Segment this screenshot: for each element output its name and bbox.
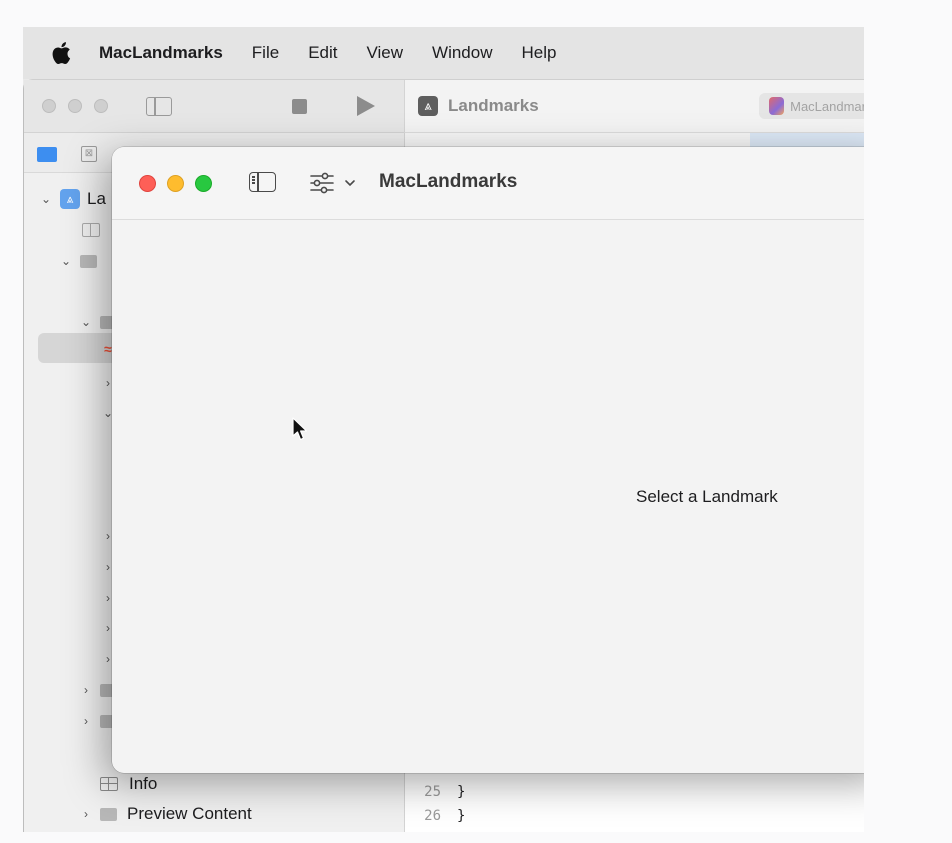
minimize-button[interactable] (167, 175, 184, 192)
close-button[interactable] (139, 175, 156, 192)
tree-row-label: Info (129, 774, 158, 793)
desktop: MacLandmarks File Edit View Window Help … (23, 27, 864, 832)
xcode-project-title: Landmarks (448, 96, 539, 115)
zoom-button[interactable] (195, 175, 212, 192)
project-icon: ⩓ (60, 189, 80, 209)
menu-help[interactable]: Help (522, 43, 557, 63)
tree-row-folder[interactable]: ⌄ (60, 250, 107, 272)
project-icon: ⩓ (418, 96, 438, 116)
code-text: } (457, 784, 466, 800)
source-control-icon[interactable]: ⊠ (81, 146, 97, 162)
chevron-right-icon[interactable]: › (80, 807, 92, 821)
book-icon (82, 223, 100, 237)
scheme-label: MacLandmarks (790, 98, 864, 114)
chevron-down-icon[interactable]: ⌄ (80, 315, 92, 329)
line-number: 25 (424, 784, 441, 800)
scheme-selector[interactable]: MacLandmarks (759, 93, 864, 119)
tree-row-project[interactable]: ⌄ ⩓ La (40, 188, 106, 210)
stop-icon[interactable] (292, 99, 307, 114)
maclandmarks-window: MacLandmarks Select a Landmark (112, 147, 864, 773)
folder-icon (80, 254, 97, 268)
tree-row-label: Preview Content (127, 804, 252, 823)
chevron-down-icon[interactable]: ⌄ (40, 192, 52, 206)
empty-selection-placeholder: Select a Landmark (636, 487, 778, 506)
sidebar-toggle-icon[interactable] (249, 172, 276, 192)
chevron-down-icon[interactable]: ⌄ (60, 254, 72, 268)
xcode-toolbar (24, 80, 404, 133)
menu-app-name[interactable]: MacLandmarks (99, 43, 223, 63)
run-icon[interactable] (357, 96, 375, 116)
menu-view[interactable]: View (366, 43, 403, 63)
window-titlebar: MacLandmarks (112, 147, 864, 220)
window-title: MacLandmarks (379, 171, 518, 192)
filter-sliders-icon (310, 172, 355, 194)
chevron-right-icon[interactable]: › (80, 683, 92, 697)
app-icon (769, 97, 785, 115)
menu-edit[interactable]: Edit (308, 43, 337, 63)
folder-icon (100, 807, 117, 821)
tree-row-info[interactable]: Info (100, 773, 157, 795)
xcode-sidebar-icon[interactable] (146, 97, 172, 116)
menu-bar: MacLandmarks File Edit View Window Help (23, 27, 864, 79)
code-line: 25 } (405, 781, 465, 803)
code-line: 26 } (405, 805, 465, 827)
menu-file[interactable]: File (252, 43, 279, 63)
chevron-right-icon[interactable]: › (80, 714, 92, 728)
code-text: } (457, 808, 466, 824)
filter-menu-button[interactable] (309, 171, 361, 195)
tree-row-preview-content[interactable]: › Preview Content (80, 803, 252, 825)
folder-icon[interactable] (37, 147, 57, 162)
swift-file-icon: ≈ (104, 341, 112, 357)
mouse-pointer-icon (292, 417, 308, 441)
tree-row-readme[interactable] (82, 219, 111, 241)
detail-pane: Select a Landmark (112, 221, 864, 773)
apple-logo-icon[interactable] (51, 41, 73, 65)
tree-row-label: La (87, 189, 106, 208)
menu-window[interactable]: Window (432, 43, 492, 63)
xcode-zoom-button[interactable] (94, 99, 108, 113)
line-number: 26 (424, 808, 441, 824)
xcode-close-button[interactable] (42, 99, 56, 113)
xcode-minimize-button[interactable] (68, 99, 82, 113)
plist-grid-icon (100, 777, 118, 791)
